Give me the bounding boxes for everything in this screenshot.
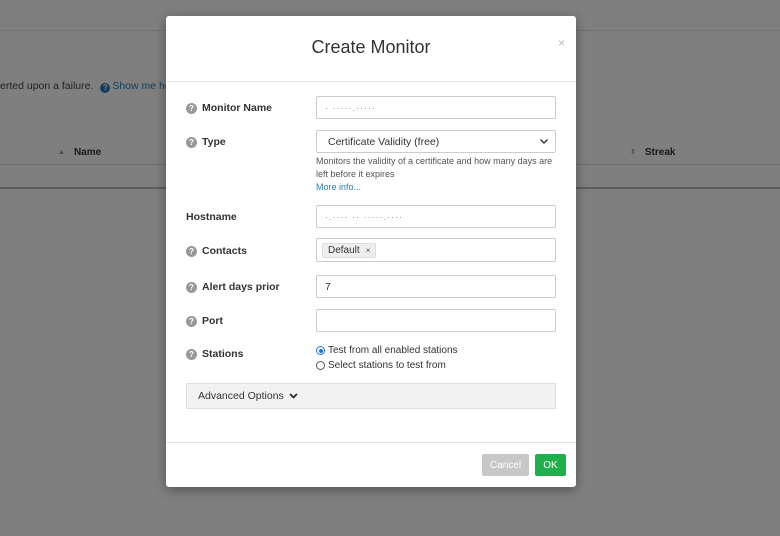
type-hint: Monitors the validity of a certificate a… [316,155,556,194]
help-icon[interactable]: ? [186,245,197,257]
stations-option-all[interactable]: Test from all enabled stations [316,345,458,356]
more-info-link[interactable]: More info... [316,181,556,194]
port-input[interactable] [316,309,556,332]
hostname-input[interactable]: ·.···· ·· ·····.···· [316,205,556,228]
contacts-label: ? Contacts [186,245,247,257]
modal-header: Create Monitor × [166,16,576,82]
hostname-label: Hostname [186,211,237,223]
port-label: ? Port [186,315,223,327]
ok-button[interactable]: OK [535,454,566,476]
contact-chip: Default × [322,242,377,258]
stations-label: ? Stations [186,348,243,360]
remove-contact-icon[interactable]: × [366,246,371,255]
chevron-down-icon [289,393,298,399]
radio-button[interactable] [316,361,325,370]
modal-title: Create Monitor [311,37,431,57]
help-icon[interactable]: ? [186,281,197,293]
help-icon[interactable]: ? [186,315,197,327]
stations-option-select[interactable]: Select stations to test from [316,360,446,371]
advanced-options-toggle[interactable]: Advanced Options [186,383,556,409]
create-monitor-dialog: Create Monitor × ? Monitor Name · ·····.… [166,16,576,487]
help-icon[interactable]: ? [186,102,197,114]
type-label: ? Type [186,136,226,148]
help-icon[interactable]: ? [186,348,197,360]
alert-days-label: ? Alert days prior [186,281,280,293]
radio-button[interactable] [316,346,325,355]
type-select[interactable]: Certificate Validity (free) [316,130,556,153]
cancel-button[interactable]: Cancel [482,454,529,476]
chevron-down-icon [540,139,548,144]
close-icon[interactable]: × [558,36,565,50]
alert-days-input[interactable]: 7 [316,275,556,298]
monitor-name-input[interactable]: · ·····.····· [316,96,556,119]
contacts-multiselect[interactable]: Default × [316,238,556,262]
monitor-name-label: ? Monitor Name [186,102,272,114]
help-icon[interactable]: ? [186,136,197,148]
modal-footer: Cancel OK [166,442,576,487]
